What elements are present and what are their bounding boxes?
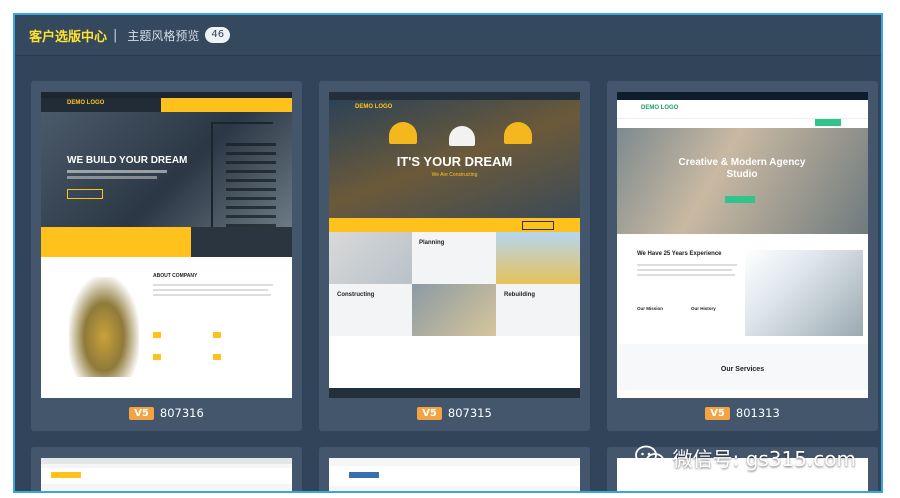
version-tag: V5 bbox=[129, 406, 154, 420]
theme-thumbnail[interactable] bbox=[41, 458, 292, 491]
theme-preview-title[interactable]: 主题风格预览 bbox=[127, 27, 199, 44]
tile-constructing: Constructing bbox=[337, 292, 375, 298]
version-tag: V5 bbox=[705, 406, 730, 420]
theme-code[interactable]: 801313 bbox=[736, 406, 780, 420]
theme-code[interactable]: 807315 bbox=[448, 406, 492, 420]
theme-code[interactable]: 807316 bbox=[160, 406, 204, 420]
feature-history: Our History bbox=[691, 306, 716, 311]
feature-mission: Our Mission bbox=[637, 306, 664, 311]
header-bar: 客户选版中心 | 主题风格预览 46 bbox=[15, 15, 881, 56]
demo-logo: DEMO LOGO bbox=[67, 100, 105, 106]
about-heading: We Have 25 Years Experience bbox=[637, 251, 722, 257]
hero-subheading: We Are Constructing bbox=[431, 172, 478, 178]
theme-label: V5 801313 bbox=[607, 405, 878, 421]
theme-card-807316[interactable]: DEMO LOGO WE BUILD YOUR DREAM ABOUT COMP… bbox=[31, 81, 302, 431]
version-tag: V5 bbox=[417, 406, 442, 420]
wechat-watermark: 微信号: gs315.com bbox=[634, 443, 856, 472]
theme-thumbnail[interactable]: DEMO LOGO IT'S YOUR DREAM We Are Constru… bbox=[329, 92, 580, 398]
wechat-icon bbox=[634, 445, 665, 471]
about-company-heading: ABOUT COMPANY bbox=[153, 273, 198, 279]
theme-thumbnail[interactable]: DEMO LOGO WE BUILD YOUR DREAM ABOUT COMP… bbox=[41, 92, 292, 398]
demo-logo: DEMO LOGO bbox=[355, 104, 393, 110]
hero-heading: WE BUILD YOUR DREAM bbox=[67, 155, 188, 166]
demo-logo: DEMO LOGO bbox=[641, 105, 679, 111]
tile-rebuilding: Rebuilding bbox=[504, 292, 535, 298]
theme-card-row2-2[interactable] bbox=[319, 447, 590, 491]
hero-heading: IT'S YOUR DREAM bbox=[396, 154, 513, 169]
preview-frame: 客户选版中心 | 主题风格预览 46 DEMO LOGO WE BUILD YO… bbox=[13, 13, 883, 493]
theme-card-801313[interactable]: DEMO LOGO Creative & Modern Agency Studi… bbox=[607, 81, 878, 431]
brand-title[interactable]: 客户选版中心 bbox=[29, 26, 107, 45]
header-separator: | bbox=[113, 27, 118, 43]
services-heading: Our Services bbox=[720, 366, 765, 373]
theme-label: V5 807316 bbox=[31, 405, 302, 421]
hero-heading: Creative & Modern Agency Studio bbox=[678, 157, 806, 180]
tile-planning: Planning bbox=[419, 240, 445, 246]
watermark-text: 微信号: gs315.com bbox=[672, 447, 856, 471]
theme-count-badge: 46 bbox=[205, 27, 231, 43]
theme-card-row2-1[interactable] bbox=[31, 447, 302, 491]
theme-thumbnail[interactable] bbox=[329, 458, 580, 491]
theme-label: V5 807315 bbox=[319, 405, 590, 421]
theme-thumbnail[interactable]: DEMO LOGO Creative & Modern Agency Studi… bbox=[617, 92, 868, 398]
theme-card-807315[interactable]: DEMO LOGO IT'S YOUR DREAM We Are Constru… bbox=[319, 81, 590, 431]
